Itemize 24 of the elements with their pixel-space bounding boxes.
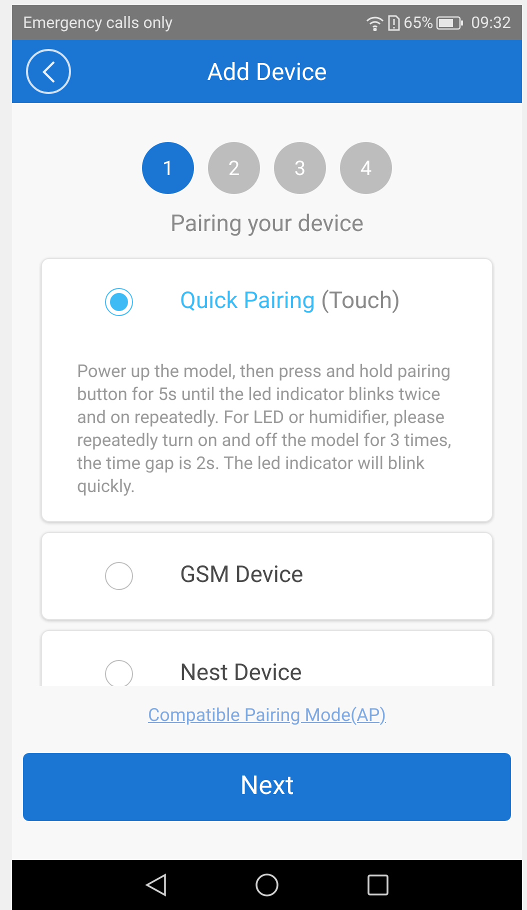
back-icon[interactable] [145,873,167,897]
option-title: Nest Device [180,658,302,686]
next-button[interactable]: Next [23,752,511,820]
header-title: Add Device [207,56,327,88]
radio-button[interactable] [105,288,133,316]
home-icon[interactable] [255,873,279,897]
step-subtitle: Pairing your device [170,209,364,239]
wifi-icon [365,14,386,30]
option-title: GSM Device [180,560,304,590]
clock: 09:32 [471,12,511,34]
sim-alert-icon [388,14,400,30]
pairing-option-card[interactable] [41,258,493,522]
option-description: Power up the model, then press and hold pairing button for 5s until the led indicator blinks twice and on repeatedly. For LED or humidifier, please repeatedly turn on and off the model for 3 times, the time gap is 2s. The led indicator will blink quickly. [76,360,452,498]
recents-icon[interactable] [367,874,389,896]
battery-icon [436,16,464,30]
battery-percent: 65% [403,12,434,34]
pairing-option-card[interactable]: Nest Device [41,630,493,686]
radio-button[interactable] [105,660,133,686]
back-button[interactable] [26,49,71,94]
option-note: (Touch) [321,286,400,316]
radio-button[interactable] [105,562,133,590]
option-title: Quick Pairing [180,286,315,316]
pairing-option-card[interactable]: GSM Device [41,532,493,620]
carrier-text: Emergency calls only [23,12,173,34]
